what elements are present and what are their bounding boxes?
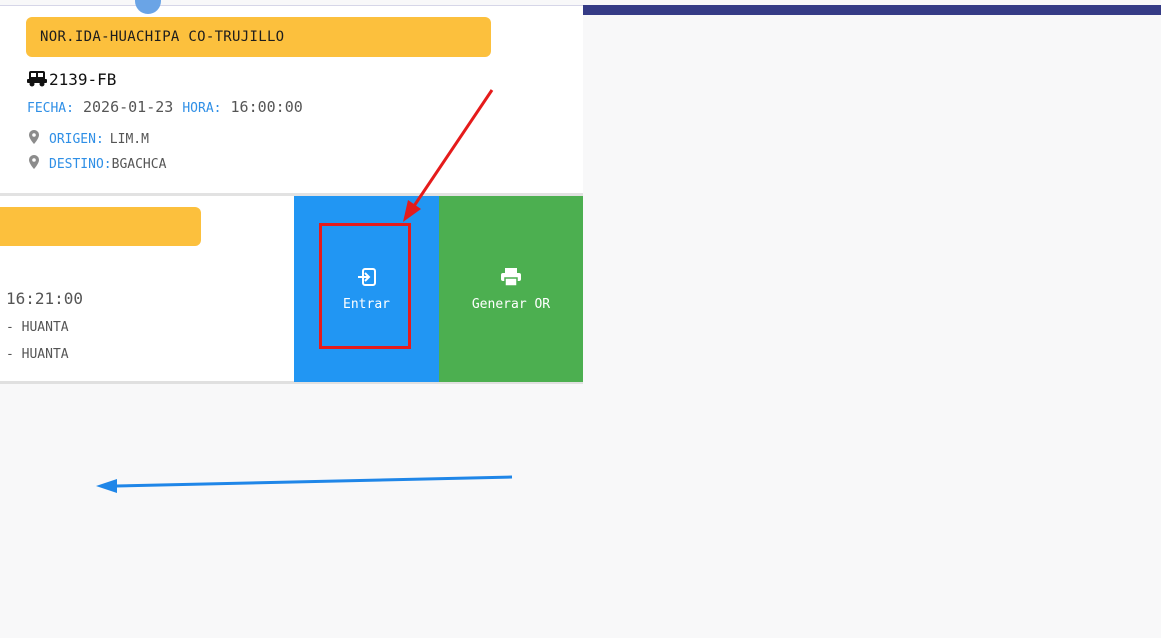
red-arrow-icon: [403, 89, 494, 222]
blue-arrow-left-icon: [96, 475, 513, 493]
annotation-overlay: [96, 89, 513, 493]
